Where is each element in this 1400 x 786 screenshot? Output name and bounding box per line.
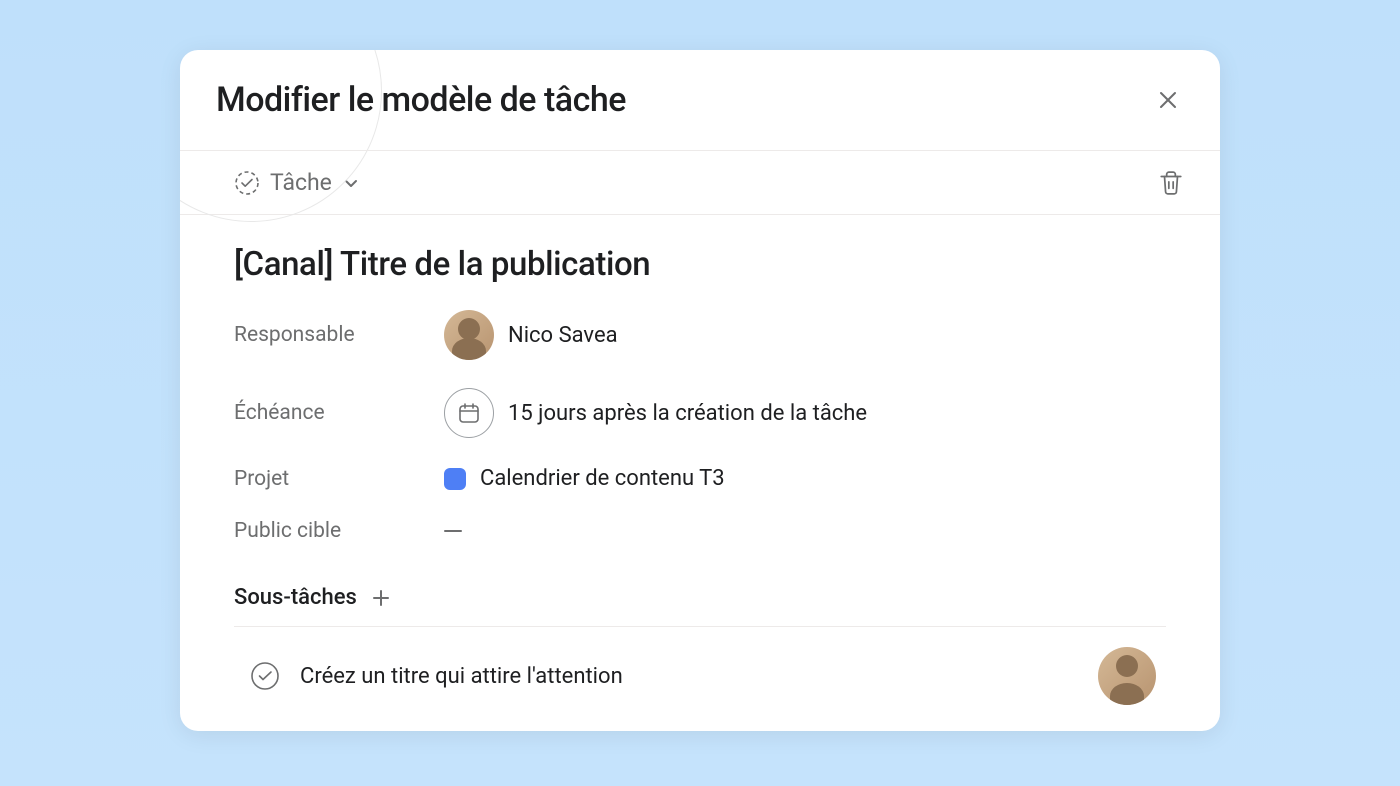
task-template-modal: Modifier le modèle de tâche Tâche <box>180 50 1220 731</box>
project-label: Projet <box>234 467 444 491</box>
trash-icon <box>1158 170 1184 196</box>
subtask-row[interactable]: Créez un titre qui attire l'attention <box>234 627 1166 731</box>
subtask-title: Créez un titre qui attire l'attention <box>300 664 623 689</box>
delete-button[interactable] <box>1158 170 1184 196</box>
avatar <box>444 310 494 360</box>
modal-content: [Canal] Titre de la publication Responsa… <box>180 215 1220 731</box>
due-date-label: Échéance <box>234 401 444 425</box>
subtask-left: Créez un titre qui attire l'attention <box>250 661 623 691</box>
assignee-name: Nico Savea <box>508 323 618 348</box>
audience-value[interactable] <box>444 530 462 532</box>
add-subtask-button[interactable] <box>371 588 391 608</box>
assignee-label: Responsable <box>234 323 444 347</box>
subtasks-label: Sous-tâches <box>234 585 357 610</box>
project-value[interactable]: Calendrier de contenu T3 <box>444 466 725 491</box>
modal-title: Modifier le modèle de tâche <box>216 80 626 120</box>
plus-icon <box>371 588 391 608</box>
task-title[interactable]: [Canal] Titre de la publication <box>234 245 1166 284</box>
complete-subtask-button[interactable] <box>250 661 280 691</box>
task-type-label: Tâche <box>270 169 332 196</box>
due-date-value[interactable]: 15 jours après la création de la tâche <box>444 388 867 438</box>
due-date-text: 15 jours après la création de la tâche <box>508 401 867 426</box>
assignee-row: Responsable Nico Savea <box>234 310 1166 360</box>
subtask-assignee-avatar[interactable] <box>1098 647 1156 705</box>
project-name: Calendrier de contenu T3 <box>480 466 725 491</box>
calendar-icon <box>444 388 494 438</box>
project-row: Projet Calendrier de contenu T3 <box>234 466 1166 491</box>
toolbar: Tâche <box>180 151 1220 215</box>
chevron-down-icon <box>342 174 360 192</box>
subtasks-header: Sous-tâches <box>234 571 1166 627</box>
audience-row: Public cible <box>234 519 1166 543</box>
audience-label: Public cible <box>234 519 444 543</box>
project-color-icon <box>444 468 466 490</box>
modal-header: Modifier le modèle de tâche <box>180 50 1220 151</box>
due-date-row: Échéance 15 jours après la création de l… <box>234 388 1166 438</box>
close-icon <box>1156 88 1180 112</box>
close-button[interactable] <box>1152 84 1184 116</box>
task-type-selector[interactable]: Tâche <box>234 169 360 196</box>
empty-value-icon <box>444 530 462 532</box>
task-type-icon <box>234 170 260 196</box>
check-circle-icon <box>250 661 280 691</box>
assignee-value[interactable]: Nico Savea <box>444 310 618 360</box>
